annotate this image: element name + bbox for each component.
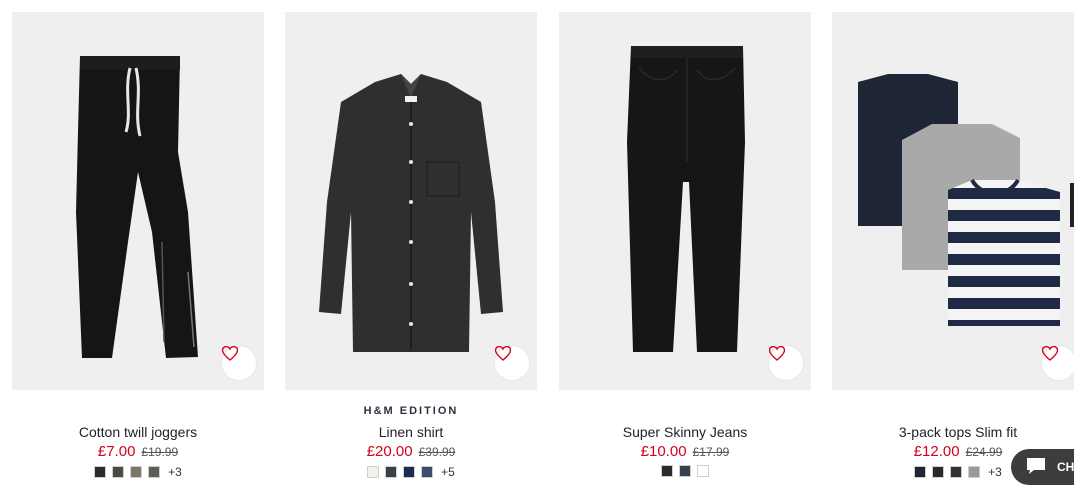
color-swatch[interactable] [367,466,380,478]
color-swatch[interactable] [950,466,963,478]
sale-price: £12.00 [913,443,960,460]
product-grid: Cotton twill joggers £7.00 £19.99 +3 H&M… [0,0,1074,492]
product-card[interactable]: 3-pack tops Slim fit £12.00 £24.99 +3 [832,12,1074,479]
sale-price: £20.00 [366,443,413,460]
product-prices: £20.00 £39.99 [285,443,537,460]
side-panel-tab[interactable] [1070,183,1074,227]
product-image[interactable] [832,12,1074,390]
color-swatch[interactable] [421,466,434,478]
color-swatch[interactable] [94,466,107,478]
product-image[interactable] [285,12,537,390]
product-edition: H&M EDITION [363,405,459,417]
original-price: £19.99 [141,445,179,459]
color-swatch[interactable] [661,465,673,477]
color-swatches: +5 [285,465,537,479]
favourite-heart-icon[interactable] [1042,346,1074,380]
product-prices: £7.00 £19.99 [12,443,264,460]
product-title[interactable]: Linen shirt [285,424,537,440]
product-prices: £10.00 £17.99 [559,443,811,460]
chat-button[interactable]: CH [1011,449,1074,485]
color-swatch[interactable] [932,466,945,478]
product-title[interactable]: Super Skinny Jeans [559,424,811,440]
product-card[interactable]: H&M EDITION Linen shirt £20.00 £39.99 +5 [285,12,537,479]
chat-bubble-icon [1025,456,1047,479]
color-swatch[interactable] [148,466,161,478]
product-image[interactable] [559,12,811,390]
color-swatches: +3 [12,465,264,479]
sale-price: £7.00 [97,443,136,460]
color-swatch[interactable] [403,466,416,478]
color-swatch[interactable] [679,465,691,477]
color-swatch[interactable] [385,466,398,478]
chat-label: CH [1057,460,1074,474]
color-swatches [559,465,811,477]
more-colors-count[interactable]: +5 [441,465,455,479]
product-card[interactable]: Super Skinny Jeans £10.00 £17.99 [559,12,811,477]
color-swatch[interactable] [968,466,981,478]
favourite-heart-icon[interactable] [769,346,803,380]
product-title[interactable]: 3-pack tops Slim fit [832,424,1074,440]
color-swatch[interactable] [914,466,927,478]
favourite-heart-icon[interactable] [222,346,256,380]
original-price: £17.99 [692,445,730,459]
color-swatch[interactable] [130,466,143,478]
favourite-heart-icon[interactable] [495,346,529,380]
color-swatch[interactable] [112,466,125,478]
original-price: £39.99 [418,445,456,459]
original-price: £24.99 [965,445,1003,459]
product-card[interactable]: Cotton twill joggers £7.00 £19.99 +3 [12,12,264,479]
more-colors-count[interactable]: +3 [988,465,1002,479]
product-image[interactable] [12,12,264,390]
color-swatch[interactable] [697,465,709,477]
more-colors-count[interactable]: +3 [168,465,182,479]
product-title[interactable]: Cotton twill joggers [12,424,264,440]
sale-price: £10.00 [640,443,687,460]
